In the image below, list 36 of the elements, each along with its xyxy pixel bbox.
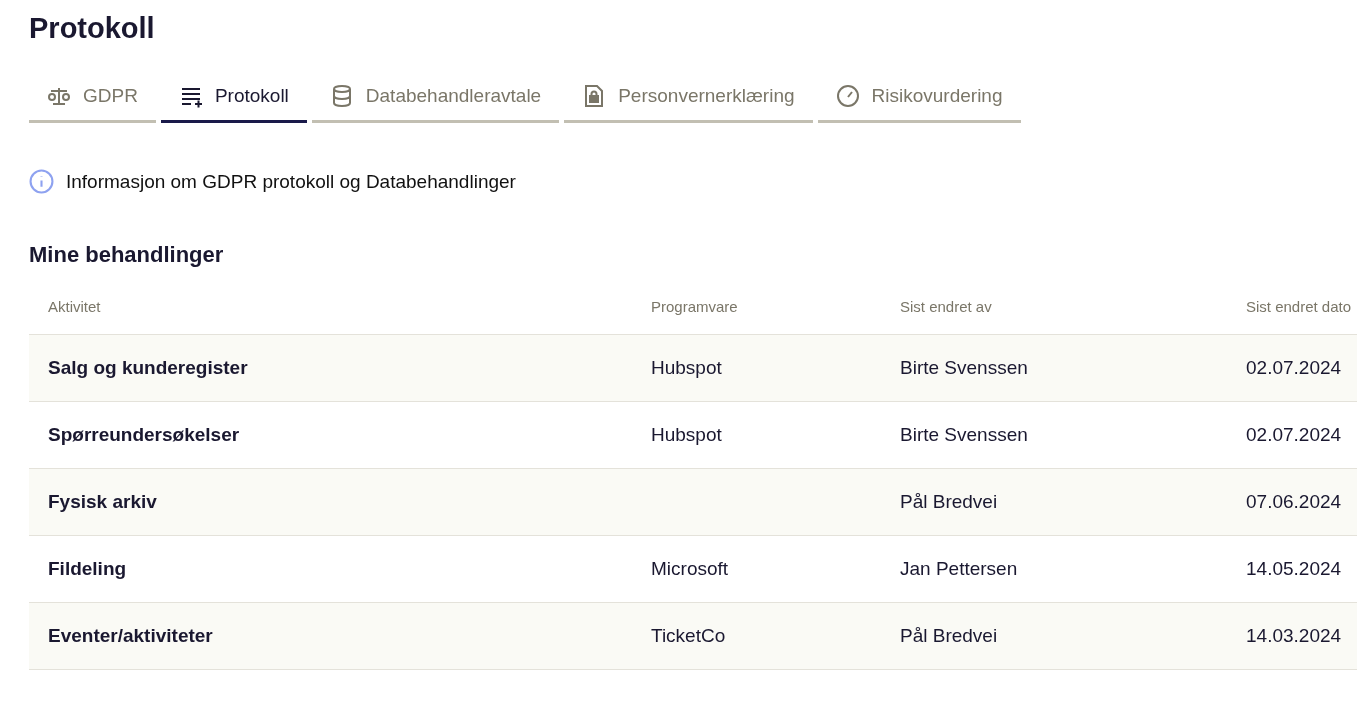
column-header: Aktivitet (48, 298, 102, 315)
section-title: Mine behandlinger (29, 242, 225, 268)
table-cell-text: Pål Bredvei (900, 491, 999, 513)
table-cell-text: Hubspot (651, 424, 723, 446)
gauge-icon (835, 84, 860, 108)
table-row[interactable]: Eventer/aktiviteter TicketCo Pål Bredvei 14.03.2024 (29, 603, 1357, 670)
tab[interactable]: Personvernerklæring (564, 75, 813, 123)
table-cell-text: Birte Svenssen (900, 357, 1029, 379)
table-cell-text: Spørreundersøkelser (48, 424, 241, 446)
tab[interactable]: Protokoll (160, 75, 307, 123)
table-cell-text: Hubspot (651, 357, 723, 379)
table-cell-text: 14.05.2024 (1246, 558, 1343, 580)
column-header: Programvare (651, 298, 739, 315)
tab[interactable]: Databehandleravtale (311, 75, 560, 123)
table-cell-text: Pål Bredvei (900, 625, 999, 647)
table-cell-text: Eventer/aktiviteter (48, 625, 214, 647)
table-cell-text: Fysisk arkiv (48, 491, 158, 513)
info-link[interactable]: Informasjon om GDPR protokoll og Databehandlinger (66, 170, 516, 193)
table-cell-text: Salg og kunderegister (48, 357, 249, 379)
table-row[interactable]: Fysisk arkiv Pål Bredvei 07.06.2024 (29, 469, 1357, 536)
table-cell-text: Birte Svenssen (900, 424, 1029, 446)
column-header: Sist endret av (900, 298, 993, 315)
table-cell-text: 02.07.2024 (1246, 424, 1343, 446)
table-cell-text: 02.07.2024 (1246, 357, 1343, 379)
table-cell-text: Microsoft (651, 558, 730, 580)
table-cell-text: TicketCo (651, 625, 727, 647)
info-icon (29, 169, 54, 194)
table-cell-text: Jan Pettersen (900, 558, 1019, 580)
table-cell-text: 07.06.2024 (1246, 491, 1343, 513)
page-title: Protokoll (29, 12, 156, 45)
tab[interactable]: GDPR (29, 75, 156, 123)
column-header: Sist endret dato (1246, 298, 1353, 315)
table-cell-text: Fildeling (48, 558, 128, 580)
table-row[interactable]: Salg og kunderegister Hubspot Birte Svenssen 02.07.2024 (29, 335, 1357, 402)
table-cell-text: 14.03.2024 (1246, 625, 1343, 647)
tab[interactable]: Risikovurdering (817, 75, 1021, 123)
